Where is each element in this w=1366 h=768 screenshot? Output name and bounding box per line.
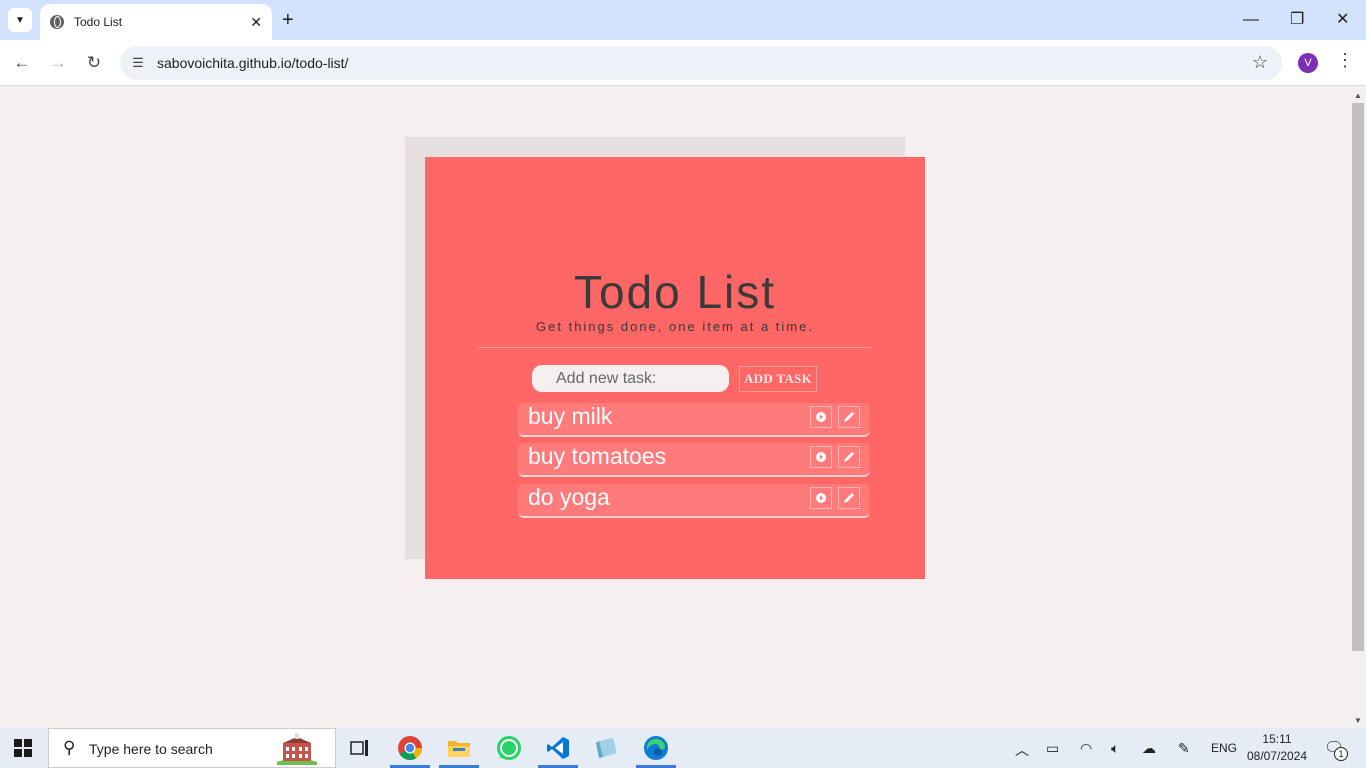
- complete-icon: [816, 412, 826, 422]
- notification-count-badge: 1: [1334, 747, 1348, 761]
- search-highlight-building-icon: [277, 733, 317, 765]
- notepad-app-icon[interactable]: [593, 734, 621, 762]
- scroll-up-icon[interactable]: ▲: [1354, 91, 1362, 100]
- complete-task-button[interactable]: [810, 446, 832, 468]
- back-button[interactable]: ←: [10, 51, 34, 75]
- browser-tab[interactable]: Todo List ✕: [40, 4, 272, 40]
- url-text: sabovoichita.github.io/todo-list/: [157, 55, 349, 71]
- complete-icon: [816, 452, 826, 462]
- globe-icon: [50, 15, 64, 29]
- complete-task-button[interactable]: [810, 487, 832, 509]
- file-explorer-icon[interactable]: [445, 734, 473, 762]
- task-label: buy tomatoes: [528, 443, 667, 469]
- task-item: buy milk: [518, 403, 870, 437]
- task-view-icon[interactable]: [346, 734, 374, 762]
- browser-tab-bar: ▼ Todo List ✕ + — ❐ ✕: [0, 0, 1366, 40]
- minimize-button[interactable]: —: [1243, 8, 1259, 32]
- new-task-input[interactable]: [532, 365, 729, 392]
- close-window-button[interactable]: ✕: [1336, 8, 1349, 32]
- complete-icon: [816, 493, 826, 503]
- browser-toolbar: ← → ↻ ☰ sabovoichita.github.io/todo-list…: [0, 40, 1366, 86]
- tab-title: Todo List: [74, 15, 123, 29]
- bookmark-star-icon[interactable]: ☆: [1252, 52, 1268, 73]
- taskbar-search-box[interactable]: ⚲ Type here to search: [48, 728, 336, 768]
- clock[interactable]: 15:11 08/07/2024: [1246, 731, 1308, 765]
- volume-icon[interactable]: 🔈︎: [1111, 740, 1119, 757]
- task-item: buy tomatoes: [518, 443, 870, 477]
- edit-task-button[interactable]: [838, 406, 860, 428]
- vscode-icon[interactable]: [544, 734, 572, 762]
- address-bar[interactable]: ☰ sabovoichita.github.io/todo-list/ ☆: [120, 46, 1282, 80]
- scroll-down-icon[interactable]: ▼: [1354, 716, 1362, 725]
- page-title: Todo List: [573, 266, 777, 318]
- complete-task-button[interactable]: [810, 406, 832, 428]
- taskbar-search-text: Type here to search: [89, 741, 213, 757]
- tab-search-button[interactable]: ▼: [8, 8, 32, 32]
- show-hidden-icons-chevron-icon[interactable]: ︿: [1015, 740, 1029, 760]
- pencil-icon: [844, 493, 854, 503]
- todo-card: Todo List Get things done, one item at a…: [425, 157, 925, 579]
- divider: [478, 347, 872, 348]
- pencil-icon: [844, 412, 854, 422]
- new-tab-button[interactable]: +: [282, 8, 294, 32]
- windows-taskbar: ⚲ Type here to search ︿ ▭ ◠ 🔈︎ ☁︎ ✎ ENG …: [0, 728, 1366, 768]
- pencil-icon: [844, 452, 854, 462]
- battery-icon[interactable]: ▭: [1046, 740, 1059, 757]
- reload-button[interactable]: ↻: [82, 51, 106, 75]
- scrollbar-thumb[interactable]: [1352, 103, 1364, 651]
- onedrive-icon[interactable]: ☁︎: [1142, 740, 1156, 757]
- browser-menu-icon[interactable]: ⋮: [1336, 50, 1354, 71]
- clock-date: 08/07/2024: [1246, 749, 1308, 763]
- edge-icon[interactable]: [642, 734, 670, 762]
- restore-button[interactable]: ❐: [1290, 8, 1304, 32]
- forward-button[interactable]: →: [46, 51, 70, 75]
- edit-task-button[interactable]: [838, 446, 860, 468]
- language-indicator[interactable]: ENG: [1211, 741, 1237, 755]
- pen-icon[interactable]: ✎: [1178, 740, 1190, 757]
- edit-task-button[interactable]: [838, 487, 860, 509]
- whatsapp-icon[interactable]: [495, 734, 523, 762]
- search-icon: ⚲: [63, 738, 76, 757]
- site-info-icon[interactable]: ☰: [130, 55, 146, 71]
- page-subtitle: Get things done, one item at a time.: [536, 319, 814, 334]
- task-label: buy milk: [528, 403, 613, 429]
- task-item: do yoga: [518, 484, 870, 518]
- close-tab-icon[interactable]: ✕: [250, 14, 262, 31]
- profile-avatar[interactable]: V: [1298, 53, 1318, 73]
- add-task-button[interactable]: ADD TASK: [739, 366, 817, 392]
- page-scrollbar[interactable]: ▲ ▼: [1350, 87, 1366, 728]
- windows-start-icon[interactable]: [14, 739, 32, 757]
- chrome-icon[interactable]: [396, 734, 424, 762]
- clock-time: 15:11: [1262, 732, 1292, 746]
- network-icon[interactable]: ◠: [1080, 740, 1092, 757]
- task-label: do yoga: [528, 484, 610, 510]
